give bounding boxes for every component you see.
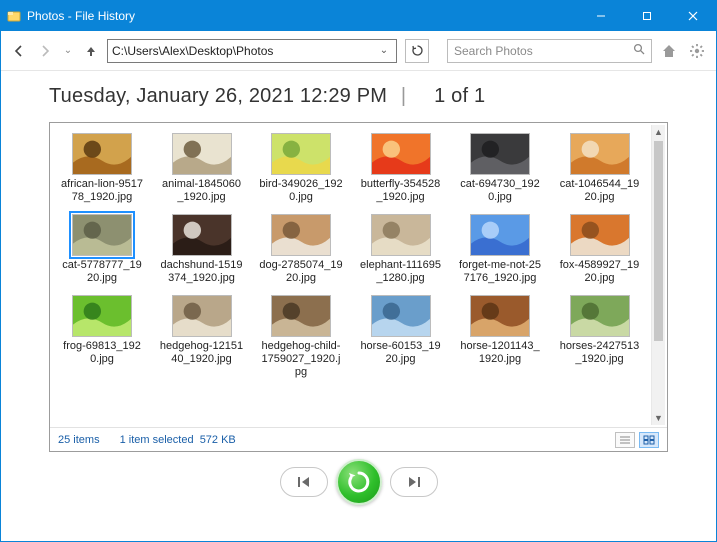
file-thumbnail — [470, 214, 530, 256]
address-bar[interactable]: C:\Users\Alex\Desktop\Photos ⌄ — [107, 39, 397, 63]
file-name: cat-5778777_1920.jpg — [60, 259, 144, 285]
file-name: horse-1201143_1920.jpg — [458, 340, 542, 366]
file-name: cat-694730_1920.jpg — [458, 178, 542, 204]
scrollbar-thumb[interactable] — [654, 141, 663, 341]
version-heading: Tuesday, January 26, 2021 12:29 PM | 1 o… — [49, 85, 668, 108]
forward-button[interactable] — [35, 41, 55, 61]
version-timestamp: Tuesday, January 26, 2021 12:29 PM — [49, 85, 387, 107]
file-thumbnail — [271, 133, 331, 175]
file-thumbnail — [470, 133, 530, 175]
address-text: C:\Users\Alex\Desktop\Photos — [112, 44, 376, 58]
search-box[interactable]: Search Photos — [447, 39, 652, 63]
file-thumbnail — [172, 214, 232, 256]
file-thumbnail — [570, 295, 630, 337]
file-name: elephant-111695_1280.jpg — [359, 259, 443, 285]
previous-version-button[interactable] — [280, 467, 328, 497]
file-grid: african-lion-951778_1920.jpg animal-1845… — [50, 123, 651, 427]
status-bar: 25 items 1 item selected 572 KB — [50, 427, 667, 451]
file-name: forget-me-not-257176_1920.jpg — [458, 259, 542, 285]
thumbnails-view-button[interactable] — [639, 432, 659, 448]
file-name: butterfly-354528_1920.jpg — [359, 178, 443, 204]
file-name: african-lion-951778_1920.jpg — [60, 178, 144, 204]
file-item[interactable]: forget-me-not-257176_1920.jpg — [458, 214, 542, 285]
file-item[interactable]: animal-1845060_1920.jpg — [160, 133, 244, 204]
file-thumbnail — [172, 295, 232, 337]
search-placeholder: Search Photos — [454, 44, 633, 58]
file-item[interactable]: butterfly-354528_1920.jpg — [359, 133, 443, 204]
scroll-down-button[interactable]: ▼ — [652, 411, 665, 425]
home-button[interactable] — [658, 40, 680, 62]
file-thumbnail — [72, 214, 132, 256]
file-thumbnail — [470, 295, 530, 337]
refresh-button[interactable] — [405, 39, 429, 63]
file-thumbnail — [371, 133, 431, 175]
file-item[interactable]: dog-2785074_1920.jpg — [259, 214, 343, 285]
file-name: horse-60153_1920.jpg — [359, 340, 443, 366]
file-panel: african-lion-951778_1920.jpg animal-1845… — [49, 122, 668, 452]
back-button[interactable] — [9, 41, 29, 61]
scroll-up-button[interactable]: ▲ — [652, 125, 665, 139]
minimize-button[interactable] — [578, 1, 624, 31]
up-button[interactable] — [81, 41, 101, 61]
version-page-indicator: 1 of 1 — [434, 85, 485, 107]
content-area: Tuesday, January 26, 2021 12:29 PM | 1 o… — [1, 71, 716, 541]
file-thumbnail — [271, 214, 331, 256]
window-title: Photos - File History — [27, 9, 135, 23]
file-thumbnail — [570, 133, 630, 175]
close-button[interactable] — [670, 1, 716, 31]
status-count: 25 items — [58, 434, 100, 446]
file-item[interactable]: cat-694730_1920.jpg — [458, 133, 542, 204]
file-thumbnail — [570, 214, 630, 256]
file-grid-wrap: african-lion-951778_1920.jpg animal-1845… — [50, 123, 667, 427]
settings-button[interactable] — [686, 40, 708, 62]
restore-button[interactable] — [336, 459, 382, 505]
file-thumbnail — [371, 214, 431, 256]
file-item[interactable]: horses-2427513_1920.jpg — [558, 295, 642, 379]
file-thumbnail — [172, 133, 232, 175]
file-name: dachshund-1519374_1920.jpg — [160, 259, 244, 285]
search-icon — [633, 43, 645, 58]
file-thumbnail — [271, 295, 331, 337]
file-item[interactable]: african-lion-951778_1920.jpg — [60, 133, 144, 204]
app-icon — [1, 9, 27, 23]
status-selection: 1 item selected 572 KB — [120, 434, 236, 446]
file-item[interactable]: cat-5778777_1920.jpg — [60, 214, 144, 285]
file-item[interactable]: frog-69813_1920.jpg — [60, 295, 144, 379]
file-name: bird-349026_1920.jpg — [259, 178, 343, 204]
maximize-button[interactable] — [624, 1, 670, 31]
file-item[interactable]: horse-1201143_1920.jpg — [458, 295, 542, 379]
file-item[interactable]: fox-4589927_1920.jpg — [558, 214, 642, 285]
titlebar: Photos - File History — [1, 1, 716, 31]
file-item[interactable]: bird-349026_1920.jpg — [259, 133, 343, 204]
file-name: hedgehog-child-1759027_1920.jpg — [259, 340, 343, 379]
details-view-button[interactable] — [615, 432, 635, 448]
file-name: fox-4589927_1920.jpg — [558, 259, 642, 285]
file-item[interactable]: hedgehog-1215140_1920.jpg — [160, 295, 244, 379]
file-item[interactable]: elephant-111695_1280.jpg — [359, 214, 443, 285]
scrollbar[interactable]: ▲ ▼ — [651, 125, 665, 425]
file-item[interactable]: horse-60153_1920.jpg — [359, 295, 443, 379]
playback-controls — [49, 452, 668, 512]
file-history-window: Photos - File History ⌄ C:\Users\Alex\De… — [0, 0, 717, 542]
file-name: frog-69813_1920.jpg — [60, 340, 144, 366]
file-name: dog-2785074_1920.jpg — [259, 259, 343, 285]
file-thumbnail — [72, 133, 132, 175]
file-item[interactable]: dachshund-1519374_1920.jpg — [160, 214, 244, 285]
file-name: horses-2427513_1920.jpg — [558, 340, 642, 366]
heading-separator: | — [401, 85, 406, 107]
next-version-button[interactable] — [390, 467, 438, 497]
file-name: cat-1046544_1920.jpg — [558, 178, 642, 204]
nav-toolbar: ⌄ C:\Users\Alex\Desktop\Photos ⌄ Search … — [1, 31, 716, 71]
history-dropdown[interactable]: ⌄ — [61, 41, 75, 61]
file-name: animal-1845060_1920.jpg — [160, 178, 244, 204]
file-name: hedgehog-1215140_1920.jpg — [160, 340, 244, 366]
file-item[interactable]: hedgehog-child-1759027_1920.jpg — [259, 295, 343, 379]
file-thumbnail — [72, 295, 132, 337]
file-thumbnail — [371, 295, 431, 337]
file-item[interactable]: cat-1046544_1920.jpg — [558, 133, 642, 204]
address-dropdown-icon[interactable]: ⌄ — [376, 45, 392, 56]
